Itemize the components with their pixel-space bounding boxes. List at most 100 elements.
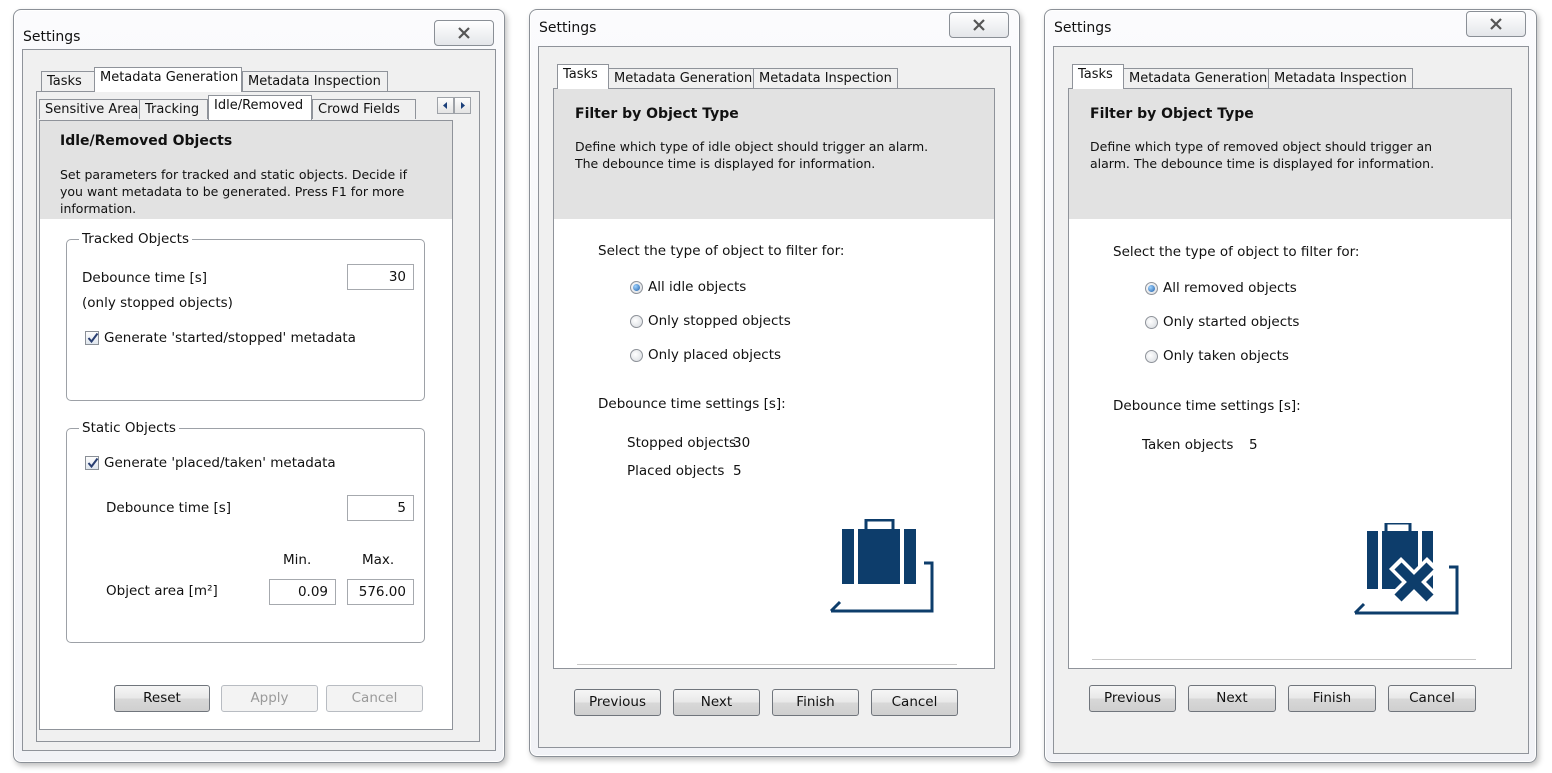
tab-tracking[interactable]: Tracking (139, 99, 208, 119)
window-client: Tasks Metadata Generation Metadata Inspe… (538, 46, 1011, 748)
removed-luggage-icon (1351, 521, 1461, 623)
window-title: Settings (539, 20, 597, 36)
tasks-page: Filter by Object Type Define which type … (553, 88, 995, 669)
placed-taken-label: Generate 'placed/taken' metadata (104, 455, 336, 471)
next-button[interactable]: Next (673, 689, 760, 716)
radio-option-0[interactable] (1145, 282, 1158, 295)
tab-metadata-generation[interactable]: Metadata Generation (94, 67, 242, 92)
tracked-debounce-input[interactable]: 30 (347, 264, 414, 290)
debounce-row-value: 5 (1249, 437, 1258, 453)
settings-window-2: Settings Tasks Metadata Generation Metad… (529, 9, 1020, 757)
page-title: Idle/Removed Objects (60, 133, 233, 149)
checkmark-icon (87, 332, 99, 344)
radio-option-1[interactable] (1145, 316, 1158, 329)
idle-luggage-icon (826, 518, 936, 619)
tab-scroll-arrows[interactable] (437, 97, 471, 114)
tab-idle-removed[interactable]: Idle/Removed (208, 95, 312, 120)
placed-taken-checkbox[interactable] (85, 456, 99, 470)
tab-metadata-inspection[interactable]: Metadata Inspection (1268, 68, 1413, 88)
debounce-row-label: Placed objects (627, 463, 725, 479)
cancel-button[interactable]: Cancel (326, 685, 423, 712)
radio-option-2[interactable] (630, 349, 643, 362)
page-header: Filter by Object Type Define which type … (1069, 89, 1511, 219)
static-debounce-input[interactable]: 5 (347, 495, 414, 521)
radio-option-0[interactable] (630, 281, 643, 294)
tracked-objects-group: Tracked Objects Debounce time [s] 30 (on… (66, 231, 425, 401)
tracked-note: (only stopped objects) (82, 295, 233, 311)
page-title: Filter by Object Type (575, 106, 739, 122)
max-label: Max. (362, 552, 395, 568)
page-header: Idle/Removed Objects Set parameters for … (40, 121, 452, 219)
page-header: Filter by Object Type Define which type … (554, 89, 994, 219)
radio-label-2[interactable]: Only taken objects (1163, 348, 1289, 364)
debounce-row-label: Taken objects (1142, 437, 1234, 453)
started-stopped-checkbox[interactable] (85, 331, 99, 345)
object-area-label: Object area [m²] (106, 583, 218, 599)
radio-label-0[interactable]: All removed objects (1163, 280, 1297, 296)
tabstrip: Tasks Metadata Generation Metadata Inspe… (557, 64, 997, 89)
close-button[interactable] (434, 20, 494, 46)
debounce-row-value: 30 (733, 435, 751, 451)
debounce-row-value: 5 (733, 463, 742, 479)
debounce-heading: Debounce time settings [s]: (1113, 398, 1301, 414)
filter-prompt: Select the type of object to filter for: (1113, 244, 1360, 260)
close-button[interactable] (949, 12, 1009, 38)
radio-option-1[interactable] (630, 315, 643, 328)
radio-option-2[interactable] (1145, 350, 1158, 363)
tab-tasks[interactable]: Tasks (41, 71, 95, 91)
tab-metadata-generation[interactable]: Metadata Generation (608, 68, 754, 88)
static-debounce-label: Debounce time [s] (106, 500, 232, 516)
filter-prompt: Select the type of object to filter for: (598, 243, 845, 259)
object-area-min-input[interactable]: 0.09 (269, 579, 336, 605)
tabstrip: Tasks Metadata Generation Metadata Inspe… (1072, 64, 1512, 89)
close-icon (973, 19, 985, 31)
tab-tasks[interactable]: Tasks (557, 64, 609, 89)
page-title: Filter by Object Type (1090, 106, 1254, 122)
top-tabstrip: Tasks Metadata Generation Metadata Inspe… (41, 67, 481, 92)
object-area-max-input[interactable]: 576.00 (347, 579, 414, 605)
debounce-row-label: Stopped objects (627, 435, 737, 451)
previous-button[interactable]: Previous (574, 689, 661, 716)
settings-window-1: Settings Tasks Metadata Generation Metad… (13, 9, 505, 763)
apply-button[interactable]: Apply (221, 685, 318, 712)
page-description: Define which type of removed object shou… (1090, 139, 1435, 171)
next-button[interactable]: Next (1188, 685, 1276, 712)
radio-label-1[interactable]: Only started objects (1163, 314, 1299, 330)
radio-label-1[interactable]: Only stopped objects (648, 313, 791, 329)
page-description: Define which type of idle object should … (575, 139, 929, 171)
cancel-button[interactable]: Cancel (1388, 685, 1476, 712)
settings-window-3: Settings Tasks Metadata Generation Metad… (1044, 9, 1537, 763)
tab-metadata-inspection[interactable]: Metadata Inspection (753, 68, 898, 88)
previous-button[interactable]: Previous (1089, 685, 1176, 712)
radio-label-2[interactable]: Only placed objects (648, 347, 781, 363)
static-objects-legend: Static Objects (79, 420, 179, 436)
finish-button[interactable]: Finish (772, 689, 859, 716)
window-client: Tasks Metadata Generation Metadata Inspe… (22, 49, 496, 751)
button-separator (1092, 659, 1476, 661)
tasks-page: Filter by Object Type Define which type … (1068, 88, 1512, 669)
debounce-heading: Debounce time settings [s]: (598, 396, 786, 412)
radio-label-0[interactable]: All idle objects (648, 279, 746, 295)
finish-button[interactable]: Finish (1288, 685, 1376, 712)
idle-removed-page: Idle/Removed Objects Set parameters for … (39, 120, 453, 730)
tab-tasks[interactable]: Tasks (1072, 64, 1124, 89)
tracked-objects-legend: Tracked Objects (79, 231, 193, 247)
cancel-button[interactable]: Cancel (871, 689, 958, 716)
reset-button[interactable]: Reset (114, 685, 210, 712)
metadata-generation-page: Sensitive Area Tracking Idle/Removed Cro… (36, 91, 480, 742)
tab-crowd-fields[interactable]: Crowd Fields (312, 99, 416, 119)
close-button[interactable] (1466, 11, 1526, 37)
scroll-left-icon[interactable] (437, 97, 454, 114)
window-title: Settings (23, 29, 81, 45)
tab-metadata-generation[interactable]: Metadata Generation (1123, 68, 1269, 88)
window-client: Tasks Metadata Generation Metadata Inspe… (1053, 46, 1529, 754)
button-separator (577, 664, 957, 666)
started-stopped-label: Generate 'started/stopped' metadata (104, 330, 356, 346)
min-label: Min. (283, 552, 312, 568)
close-icon (1490, 18, 1502, 30)
tab-sensitive-area[interactable]: Sensitive Area (39, 99, 140, 119)
sub-tabstrip: Sensitive Area Tracking Idle/Removed Cro… (39, 95, 457, 120)
checkmark-icon (87, 457, 99, 469)
scroll-right-icon[interactable] (454, 97, 471, 114)
tab-metadata-inspection[interactable]: Metadata Inspection (242, 71, 388, 91)
